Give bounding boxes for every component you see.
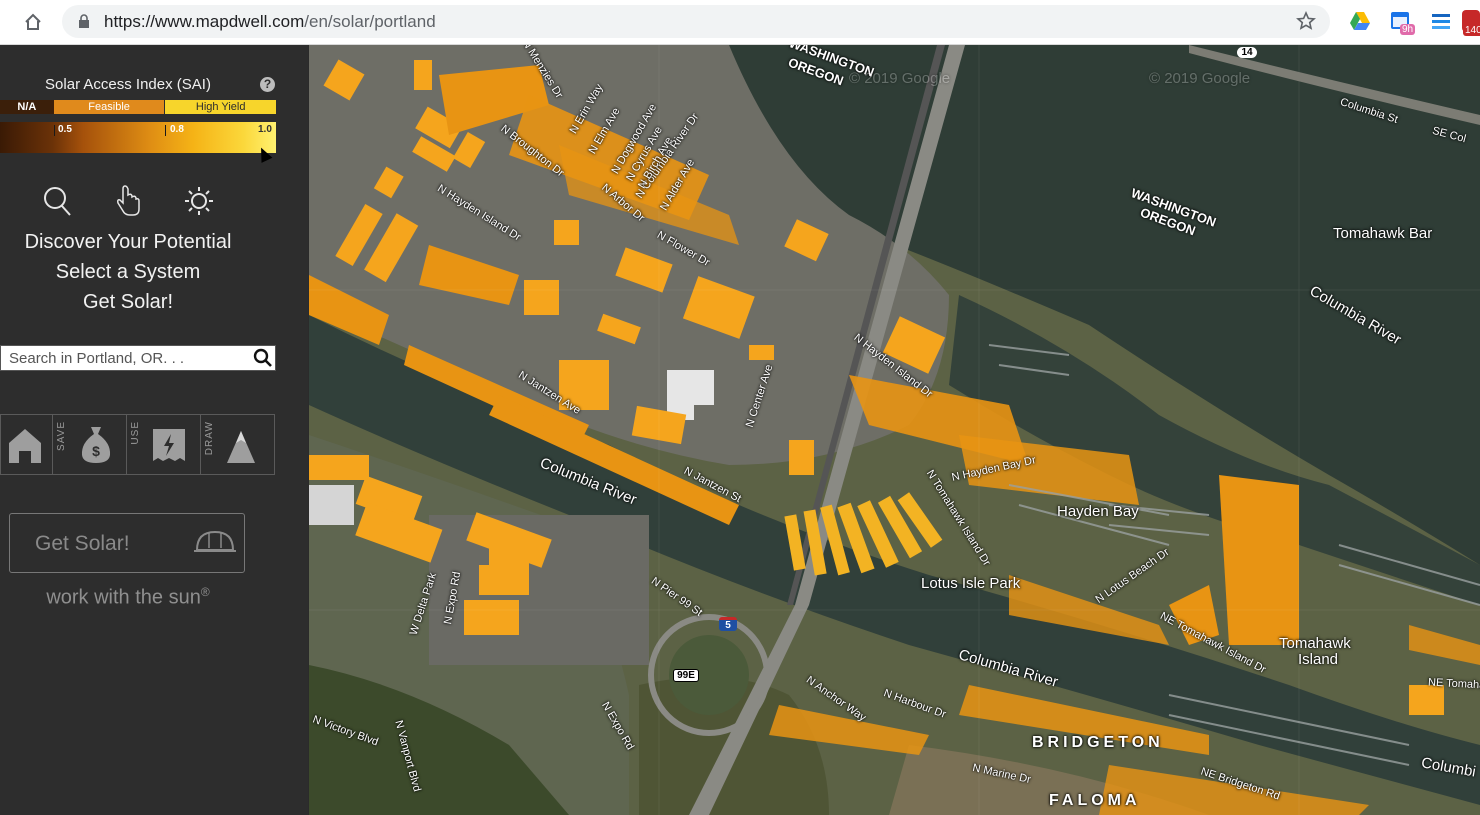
search-box — [0, 345, 276, 371]
lock-icon — [78, 14, 90, 34]
map-label-tomahawk-bar: Tomahawk Bar — [1333, 225, 1433, 242]
registered-mark: ® — [200, 585, 210, 599]
sai-category-feasible: Feasible — [53, 100, 165, 114]
mountain-draw-icon — [227, 431, 255, 463]
map-label-hayden-bay: Hayden Bay — [1057, 503, 1139, 520]
search-input[interactable] — [9, 348, 239, 368]
url-host: https://www.mapdwell.com — [104, 12, 305, 31]
sai-gradient-legend[interactable]: 0.5 0.8 1.0 — [0, 122, 276, 153]
solar-satellite-map[interactable]: WASHINGTON OREGON WASHINGTON OREGON Toma… — [309, 45, 1480, 815]
mode-use[interactable]: USE — [127, 415, 201, 474]
help-icon[interactable]: ? — [260, 77, 275, 92]
mode-save-label: SAVE — [56, 421, 67, 451]
bookmark-star-icon[interactable] — [1296, 11, 1316, 36]
electric-bill-icon — [153, 429, 185, 461]
sai-category-bar: N/A Feasible High Yield — [0, 100, 276, 114]
sai-tick-label-08: 0.8 — [170, 124, 184, 135]
map-label-island: Island — [1298, 651, 1339, 668]
sidebar: Solar Access Index (SAI) ? N/A Feasible … — [0, 45, 308, 815]
extension-badge-9h: 9h — [1400, 24, 1416, 35]
sai-tick-08 — [165, 125, 166, 136]
browser-toolbar: › https://www.mapdwell.com/en/solar/port… — [0, 0, 1480, 45]
house-icon — [9, 429, 41, 463]
tagline-select-system: Select a System — [55, 261, 201, 283]
get-solar-button[interactable]: Get Solar! — [9, 513, 245, 573]
map-label-bridgeton: BRIDGETON — [1032, 734, 1164, 751]
sai-category-high-yield: High Yield — [164, 100, 276, 114]
search-icon[interactable] — [253, 348, 273, 368]
address-bar[interactable]: https://www.mapdwell.com/en/solar/portla… — [62, 5, 1330, 38]
pointing-hand-icon — [113, 185, 143, 217]
extension-badge-140: 140 — [1463, 25, 1480, 36]
mode-toolbar: SAVE $ USE DRAW — [0, 414, 275, 475]
tagline-get-solar: Get Solar! — [82, 291, 174, 313]
sun-icon — [183, 185, 213, 217]
url-text[interactable]: https://www.mapdwell.com/en/solar/portla… — [104, 12, 436, 32]
mode-save[interactable]: SAVE $ — [53, 415, 127, 474]
map-watermark-2: © 2019 Google — [1149, 70, 1251, 87]
tagline-text: work with the sun — [46, 586, 201, 609]
svg-text:$: $ — [92, 443, 100, 459]
highway-99e-shield: 99E — [673, 669, 699, 682]
mode-use-label: USE — [130, 421, 141, 445]
sai-category-na: N/A — [0, 100, 54, 114]
sai-title: Solar Access Index (SAI) — [45, 76, 211, 93]
stacked-lines-extension-icon[interactable] — [1430, 10, 1452, 32]
interstate-5-shield: 5 — [719, 617, 737, 631]
sai-tick-label-10: 1.0 — [258, 124, 272, 135]
get-solar-label: Get Solar! — [35, 532, 130, 555]
highway-14-shield: 14 — [1237, 47, 1257, 58]
tagline-discover: Discover Your Potential — [24, 231, 232, 253]
map-label-tomahawk: Tomahawk — [1279, 635, 1351, 652]
sai-tick-label-05: 0.5 — [58, 124, 72, 135]
home-icon[interactable] — [20, 9, 46, 35]
map-label-faloma: FALOMA — [1049, 792, 1141, 809]
back-arrow-icon[interactable]: › — [0, 10, 8, 32]
money-bag-icon: $ — [81, 427, 111, 463]
google-drive-icon[interactable] — [1349, 10, 1371, 32]
map-watermark-1: © 2019 Google — [849, 70, 951, 87]
url-path: /en/solar/portland — [304, 12, 436, 31]
magnifier-icon — [42, 185, 72, 217]
map-label-lotus-isle-park: Lotus Isle Park — [921, 575, 1021, 592]
hard-hat-icon — [194, 530, 236, 552]
work-with-the-sun-tagline: work with the sun® — [0, 585, 256, 610]
mode-draw[interactable]: DRAW — [201, 415, 274, 474]
mode-draw-label: DRAW — [204, 421, 215, 456]
mode-home[interactable] — [1, 415, 53, 474]
sai-tick-05 — [54, 125, 55, 136]
